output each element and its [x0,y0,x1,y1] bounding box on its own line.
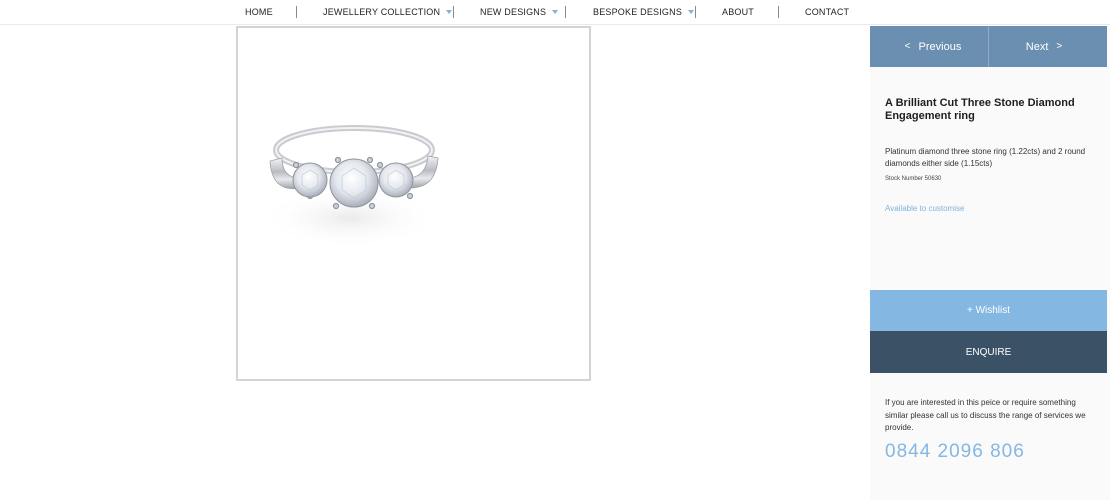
product-image-frame[interactable] [236,26,591,381]
product-description: Platinum diamond three stone ring (1.22c… [885,147,1086,168]
product-pager: < Previous Next > [870,26,1107,67]
next-label: Next [1025,40,1049,53]
phone-number-link[interactable]: 0844 2096 806 [885,441,1025,463]
nav-about[interactable]: ABOUT [722,0,754,24]
nav-divider [296,6,297,18]
previous-label: Previous [918,40,962,53]
enquire-button[interactable]: ENQUIRE [870,331,1107,373]
nav-new-designs[interactable]: NEW DESIGNS [480,0,559,24]
wishlist-button[interactable]: + Wishlist [870,290,1107,331]
nav-divider [453,6,454,18]
ring-product-image [260,125,440,248]
nav-home-label: HOME [245,7,273,17]
wishlist-label: + Wishlist [966,305,1011,316]
chevron-right-icon: > [1056,41,1063,52]
main-navigation: HOME JEWELLERY COLLECTION NEW DESIGNS BE… [0,0,1110,25]
contact-note: If you are interested in this peice or r… [885,398,1086,432]
nav-about-label: ABOUT [722,7,755,17]
product-details-panel: < Previous Next > A Brilliant Cut Three … [870,26,1110,500]
nav-divider [565,6,566,18]
nav-divider [778,6,779,18]
chevron-left-icon: < [904,41,911,52]
chevron-down-icon [446,10,453,14]
chevron-down-icon [688,10,695,14]
nav-bespoke-designs[interactable]: BESPOKE DESIGNS [593,0,695,24]
next-button[interactable]: Next > [988,26,1107,67]
stock-number: Stock Number 50630 [885,176,942,182]
nav-bespoke-designs-label: BESPOKE DESIGNS [593,7,683,17]
customise-link[interactable]: Available to customise [885,204,964,213]
nav-contact[interactable]: CONTACT [805,0,849,24]
nav-jewellery-collection-label: JEWELLERY COLLECTION [323,7,441,17]
enquire-label: ENQUIRE [965,346,1012,358]
nav-home[interactable]: HOME [245,0,273,24]
previous-button[interactable]: < Previous [870,26,988,67]
chevron-down-icon [552,10,559,14]
nav-new-designs-label: NEW DESIGNS [480,7,547,17]
nav-contact-label: CONTACT [805,7,850,17]
nav-jewellery-collection[interactable]: JEWELLERY COLLECTION [323,0,453,24]
product-title: A Brilliant Cut Three Stone Diamond Enga… [885,97,1075,122]
nav-divider [695,6,696,18]
